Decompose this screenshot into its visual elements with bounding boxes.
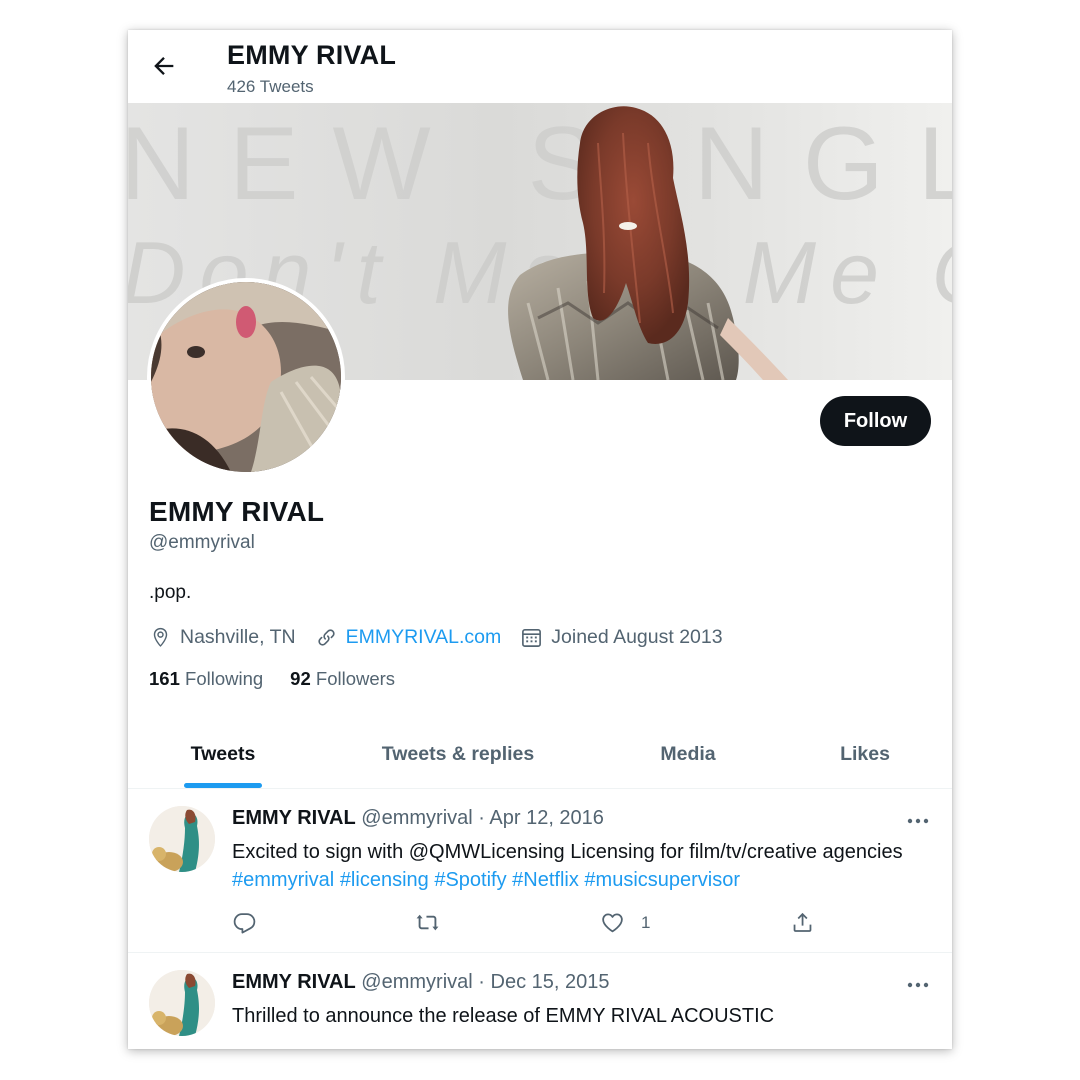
tweet-date[interactable]: Dec 15, 2015 — [491, 971, 610, 993]
profile-bio: .pop. — [149, 582, 192, 603]
heart-icon — [602, 913, 623, 933]
hashtag-link[interactable]: #musicsupervisor — [584, 869, 740, 891]
tweet-body: Thrilled to announce the release of EMMY… — [232, 1005, 775, 1027]
tweet-avatar-image — [149, 970, 215, 1036]
tweet-body: Excited to sign with @QMWLicensing Licen… — [232, 841, 903, 863]
hashtag-link[interactable]: #licensing — [340, 869, 429, 891]
profile-joined: Joined August 2013 — [520, 625, 723, 649]
following-stat[interactable]: 161 Following — [149, 668, 263, 690]
tweet-author-name[interactable]: EMMY RIVAL — [232, 807, 356, 829]
profile-tabs: Tweets Tweets & replies Media Likes — [128, 720, 952, 789]
reply-button[interactable] — [232, 910, 257, 935]
tweet[interactable]: EMMY RIVAL @emmyrival · Apr 12, 2016 Exc… — [128, 790, 952, 953]
active-tab-indicator — [184, 783, 262, 788]
following-count: 161 — [149, 668, 180, 689]
avatar-image — [151, 282, 341, 472]
tab-media[interactable]: Media — [598, 720, 778, 789]
reply-icon — [233, 913, 256, 934]
profile-card: EMMY RIVAL 426 Tweets NEW SINGLE Don't M… — [128, 30, 952, 1049]
followers-label: Followers — [315, 668, 396, 689]
follow-button[interactable]: Follow — [820, 396, 931, 446]
following-label: Following — [185, 668, 264, 689]
header-tweet-count: 426 Tweets — [227, 77, 314, 96]
tweet-header: EMMY RIVAL @emmyrival · Dec 15, 2015 — [232, 971, 609, 994]
more-options-icon[interactable] — [904, 973, 932, 997]
tweet-author-handle[interactable]: @emmyrival — [361, 971, 472, 993]
tweet-avatar[interactable] — [149, 806, 215, 872]
tweet[interactable]: EMMY RIVAL @emmyrival · Dec 15, 2015 Thr… — [128, 954, 952, 1049]
location-pin-icon — [153, 627, 168, 647]
tweet-separator: · — [478, 971, 485, 993]
tweet-date[interactable]: Apr 12, 2016 — [489, 807, 604, 829]
followers-count: 92 — [290, 668, 311, 689]
profile-avatar[interactable] — [147, 278, 345, 476]
profile-website[interactable]: EMMYRIVAL.com — [315, 626, 502, 649]
profile-stats: 161 Following 92 Followers — [149, 668, 422, 690]
hashtag-link[interactable]: #Netflix — [512, 869, 579, 891]
retweet-button[interactable] — [415, 910, 440, 935]
tweet-header: EMMY RIVAL @emmyrival · Apr 12, 2016 — [232, 807, 604, 830]
followers-stat[interactable]: 92 Followers — [290, 668, 395, 690]
tweet-avatar-image — [149, 806, 215, 872]
joined-text: Joined August 2013 — [551, 625, 723, 648]
tweet-author-handle[interactable]: @emmyrival — [361, 807, 472, 829]
tweet-author-name[interactable]: EMMY RIVAL — [232, 971, 356, 993]
tab-tweets-replies[interactable]: Tweets & replies — [318, 720, 598, 789]
tweet-hashtags: #emmyrival #licensing #Spotify #Netflix … — [232, 866, 944, 894]
hashtag-link[interactable]: #Spotify — [434, 869, 506, 891]
profile-header: EMMY RIVAL 426 Tweets — [128, 30, 952, 103]
like-button[interactable]: 1 — [600, 910, 650, 935]
calendar-icon — [522, 628, 542, 647]
profile-name: EMMY RIVAL — [149, 496, 325, 527]
website-link[interactable]: EMMYRIVAL.com — [346, 626, 502, 649]
tweet-actions: 1 — [232, 910, 832, 936]
arrow-left-icon[interactable] — [150, 52, 178, 80]
header-title: EMMY RIVAL — [227, 40, 397, 70]
like-count: 1 — [641, 912, 651, 932]
profile-meta: Nashville, TN EMMYRIVAL.com Joined Augus… — [149, 624, 742, 650]
share-icon — [793, 912, 812, 932]
more-options-icon[interactable] — [904, 809, 932, 833]
retweet-icon — [416, 914, 439, 931]
tab-likes[interactable]: Likes — [778, 720, 952, 789]
tweet-separator: · — [478, 807, 485, 829]
link-icon — [317, 628, 335, 646]
banner-line1: NEW SINGLE — [128, 106, 952, 222]
tweet-text: Excited to sign with @QMWLicensing Licen… — [232, 838, 944, 894]
tweet-text: Thrilled to announce the release of EMMY… — [232, 1002, 944, 1030]
tweet-avatar[interactable] — [149, 970, 215, 1036]
share-button[interactable] — [790, 910, 815, 935]
profile-handle: @emmyrival — [149, 532, 255, 553]
profile-location: Nashville, TN — [149, 626, 296, 649]
tab-tweets[interactable]: Tweets — [128, 720, 318, 789]
location-text: Nashville, TN — [180, 625, 296, 648]
hashtag-link[interactable]: #emmyrival — [232, 869, 334, 891]
